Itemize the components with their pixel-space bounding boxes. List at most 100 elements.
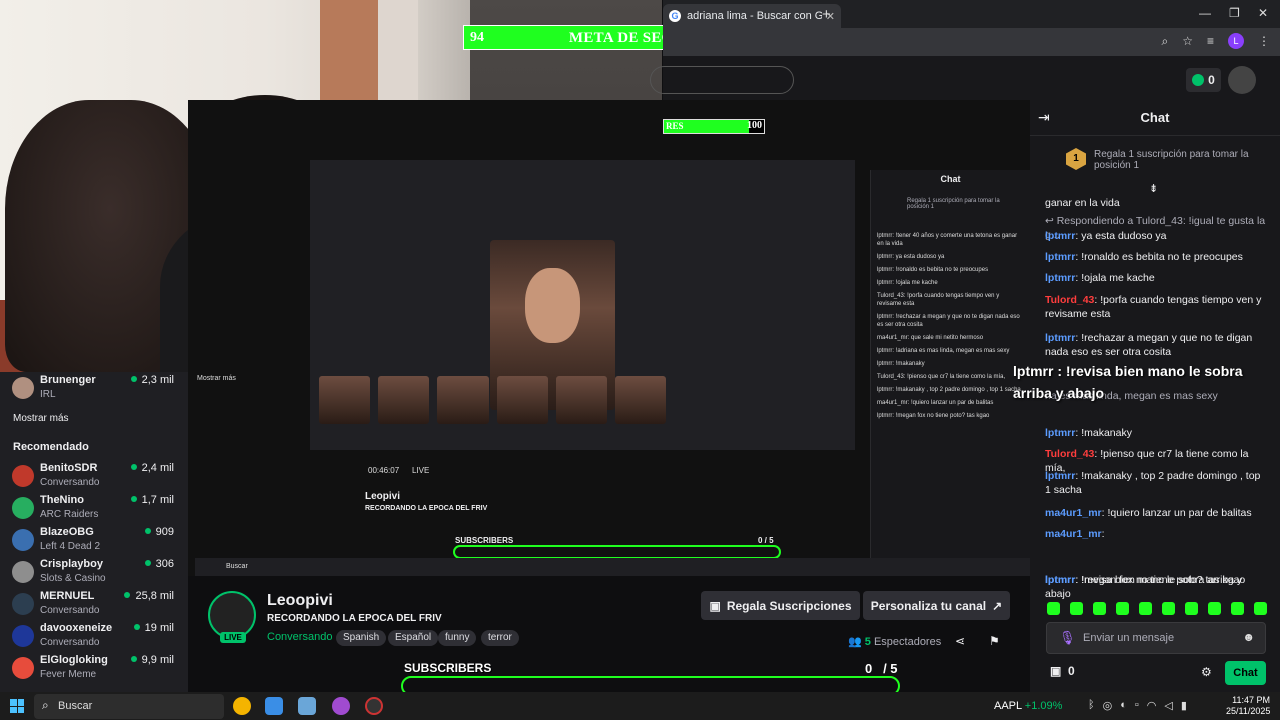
rank-badge: 1 [1066,148,1086,170]
channel-points[interactable]: ▣ 0 [1050,664,1075,678]
chat-message[interactable]: ma4ur1_mr: [1045,527,1267,541]
channel-avatar[interactable]: LIVE [208,591,256,643]
chat-text: ya esta dudoso ya [1081,230,1167,242]
sidebar-item[interactable]: MERNUEL Conversando 25,8 mil [0,589,188,621]
tag-spanish[interactable]: Spanish [336,630,387,646]
nested-chat-message: ma4ur1_mr: !quiero lanzar un par de bali… [877,400,994,406]
app-tray-icon[interactable]: ◐ [1120,699,1127,712]
chat-username[interactable]: lptmrr [1045,427,1075,439]
chat-username[interactable]: lptmrr [1045,251,1075,263]
chat-message[interactable]: lptmrr: ya esta dudoso ya [1045,229,1267,243]
stream-category[interactable]: Conversando [267,631,332,643]
subscribers-label: SUBSCRIBERS [404,661,492,675]
sidebar-item[interactable]: BlazeOBG Left 4 Dead 2 909 [0,525,188,557]
nested-show-more: Mostrar más [197,375,236,382]
mic-icon[interactable]: ▮ [1181,699,1187,712]
sidebar-item[interactable]: Crisplayboy Slots & Casino 306 [0,557,188,589]
maximize-button[interactable]: ❐ [1229,6,1240,20]
chat-username[interactable]: ma4ur1_mr [1045,507,1102,519]
menu-icon[interactable]: ⋮ [1258,34,1270,48]
volume-icon[interactable]: ◁ [1164,699,1172,712]
files-icon[interactable] [298,697,316,715]
mic-icon[interactable]: 🎙 [1059,630,1076,646]
send-chat-button[interactable]: Chat [1225,661,1266,685]
chat-input[interactable]: 🎙 Enviar un mensaje ☻ [1046,622,1266,654]
chat-message[interactable]: ma4ur1_mr: !quiero lanzar un par de bali… [1045,506,1267,520]
channel-name[interactable]: Leoopivi [267,592,333,610]
minimize-button[interactable]: — [1199,6,1211,20]
new-tab-button[interactable]: + [822,6,831,23]
chat-message[interactable]: Tulord_43: !porfa cuando tengas tiempo v… [1045,293,1267,321]
emoji-icon[interactable]: ☻ [1242,630,1255,644]
chat-message[interactable]: lptmrr: !makanaky [1045,426,1267,440]
nested-chat-message: lptmrr: !tener 40 años y comerte una tet… [877,233,1018,247]
gift-subs-button[interactable]: ▣ Regala Suscripciones [701,591,860,620]
user-icon: 👥 [848,636,865,648]
pinned-gift-banner[interactable]: 1 Regala 1 suscripción para tomar la pos… [1062,145,1262,175]
wifi-icon[interactable]: ◠ [1147,699,1157,712]
chat-message[interactable]: lptmrr: !makanaky , top 2 padre domingo … [1045,469,1267,497]
share-icon[interactable]: ⋖ [955,634,965,648]
nested-thumbnails [315,372,670,428]
stock-ticker[interactable]: AAPL +1.09% [994,700,1062,712]
media-icon[interactable]: ≡ [1207,34,1214,48]
app-tray-icon[interactable]: ▫ [1135,699,1139,712]
emote-bar [1047,602,1267,615]
chat-username[interactable]: Tulord_43 [1045,294,1094,306]
show-more-link[interactable]: Mostrar más [13,413,69,424]
chat-message[interactable]: ganar en la vida [1045,196,1267,210]
chat-username[interactable]: lptmrr [1045,332,1075,344]
profile-avatar[interactable]: L [1228,33,1244,49]
obs-icon[interactable] [365,697,383,715]
viewer-count: 👥 5 Espectadores [848,636,942,648]
bookmark-star-icon[interactable]: ☆ [1182,34,1193,48]
customize-channel-button[interactable]: Personaliza tu canal ↗ [863,591,1010,620]
chat-username[interactable]: lptmrr [1045,470,1075,482]
clock[interactable]: 11:47 PM 25/11/2025 [1226,695,1270,717]
chat-message[interactable]: lptmrr: !revisa bien mano le sobra arrib… [1045,573,1267,601]
gear-icon[interactable]: ⚙ [1201,665,1212,679]
zoom-icon[interactable]: ⌕ [1161,34,1168,49]
avatar [12,657,34,679]
chrome-profile-icon[interactable] [332,697,350,715]
chat-message[interactable]: lptmrr: !rechazar a megan y que no te di… [1045,331,1267,359]
bluetooth-icon[interactable]: ᛒ [1088,699,1095,712]
nested-chat-message: lptmrr: !adriana es mas linda, megan es … [877,348,1010,354]
chat-text: !quiero lanzar un par de balitas [1107,507,1252,519]
site-search-input[interactable] [650,66,794,94]
chat-username[interactable]: Tulord_43 [1045,448,1094,460]
chat-text: !ojala me kache [1081,272,1155,284]
user-avatar[interactable] [1228,66,1256,94]
nested-chat-message: lptmrr: !ojala me kache [877,280,938,286]
nested-time: 00:46:07 [368,466,400,475]
close-window-button[interactable]: ✕ [1258,6,1268,20]
chat-username[interactable]: lptmrr [1045,230,1075,242]
windows-start-icon[interactable] [10,699,24,713]
taskbar-search[interactable]: ⌕ Buscar [34,694,224,719]
nested-goal-left: RES [666,121,684,131]
tag-terror[interactable]: terror [481,630,519,646]
sidebar-item[interactable]: ElGlogloking Fever Meme 9,9 mil [0,653,188,685]
chevron-down-icon[interactable]: ⇟ [1149,182,1158,195]
browser-tab[interactable]: G adriana lima - Buscar con Goog ✕ [663,4,841,28]
avatar [12,465,34,487]
sidebar-item[interactable]: TheNino ARC Raiders 1,7 mil [0,493,188,525]
overlay-chat-message: lptmrr : !revisa bien mano le sobra arri… [1013,363,1243,401]
google-icon: G [669,10,681,22]
copilot-icon[interactable] [265,697,283,715]
chat-username[interactable]: lptmrr [1045,272,1075,284]
sidebar-item[interactable]: davooxeneize Conversando 19 mil [0,621,188,653]
sidebar-item-brunenger[interactable]: Brunenger IRL 2,3 mil [0,373,188,405]
security-icon[interactable]: ◎ [1103,699,1113,712]
chrome-icon[interactable] [233,697,251,715]
report-icon[interactable]: ⚑ [989,634,1000,648]
chat-message[interactable]: lptmrr: !ronaldo es bebita no te preocup… [1045,250,1267,264]
nested-chat-message: lptmrr: ya esta dudoso ya [877,254,945,260]
chat-message[interactable]: lptmrr: !ojala me kache [1045,271,1267,285]
recommended-title: Recomendado [13,441,89,453]
tag-funny[interactable]: funny [438,630,477,646]
tag-espanol[interactable]: Español [388,630,439,646]
sidebar-item[interactable]: BenitoSDR Conversando 2,4 mil [0,461,188,493]
chat-username[interactable]: ma4ur1_mr [1045,528,1102,540]
coins-button[interactable]: 0 [1186,68,1221,92]
